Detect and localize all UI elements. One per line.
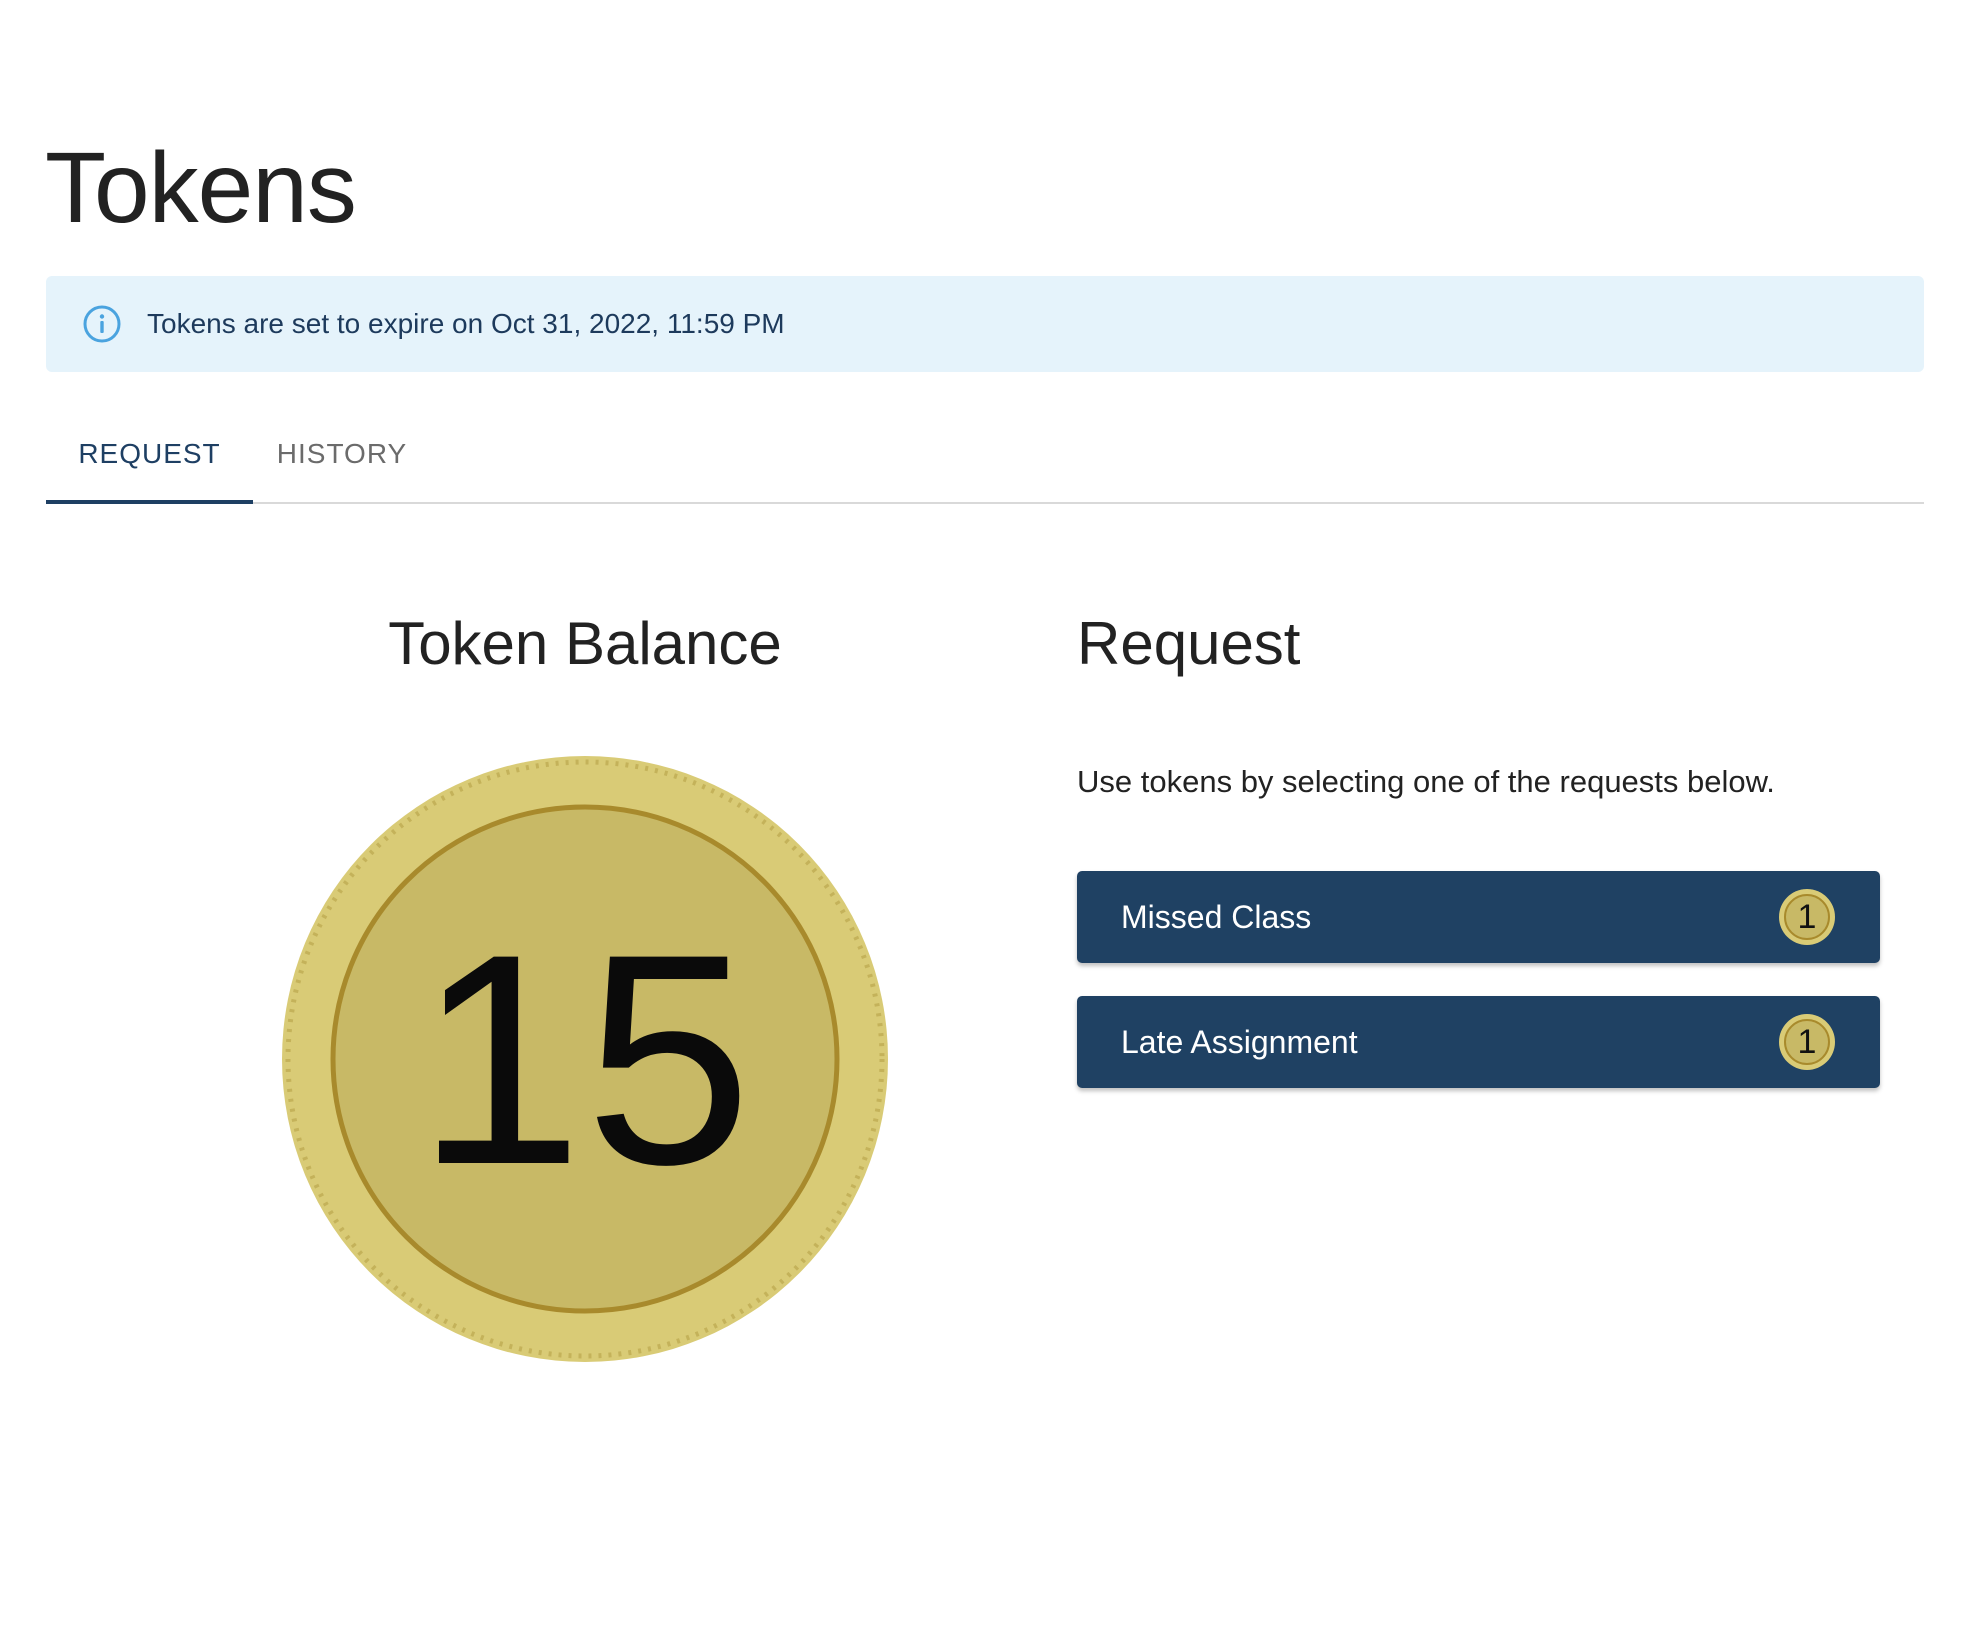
token-cost-value: 1 bbox=[1797, 898, 1817, 936]
request-label: Missed Class bbox=[1121, 899, 1312, 935]
late-assignment-request-button[interactable]: Late Assignment 1 bbox=[1077, 996, 1880, 1088]
info-icon bbox=[83, 305, 121, 343]
expiry-info-text: Tokens are set to expire on Oct 31, 2022… bbox=[147, 308, 785, 339]
tab-bar: REQUEST HISTORY bbox=[46, 410, 1924, 504]
tab-history-label: HISTORY bbox=[276, 438, 408, 469]
tab-request[interactable]: REQUEST bbox=[46, 410, 253, 504]
token-balance-value: 15 bbox=[416, 891, 754, 1227]
expiry-info-banner: Tokens are set to expire on Oct 31, 2022… bbox=[46, 276, 1924, 372]
request-heading: Request bbox=[1077, 610, 1301, 677]
token-cost-value: 1 bbox=[1797, 1023, 1817, 1061]
missed-class-request-button[interactable]: Missed Class 1 bbox=[1077, 871, 1880, 963]
active-tab-indicator bbox=[46, 500, 253, 504]
request-label: Late Assignment bbox=[1121, 1024, 1358, 1060]
tab-request-label: REQUEST bbox=[78, 438, 221, 469]
token-balance-heading: Token Balance bbox=[388, 610, 782, 677]
page-title: Tokens bbox=[45, 132, 357, 244]
token-balance-coin: 15 bbox=[280, 754, 890, 1364]
token-cost-badge: 1 bbox=[1778, 1013, 1836, 1071]
request-description: Use tokens by selecting one of the reque… bbox=[1077, 764, 1775, 799]
tab-history[interactable]: HISTORY bbox=[253, 410, 431, 502]
token-cost-badge: 1 bbox=[1778, 888, 1836, 946]
